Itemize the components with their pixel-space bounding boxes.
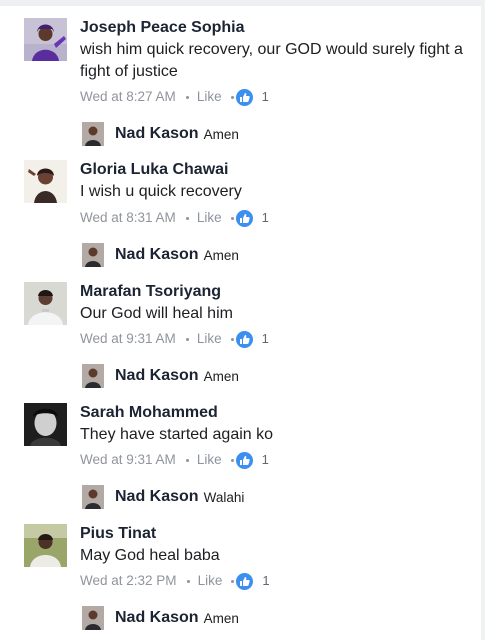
- commenter-name[interactable]: Joseph Peace Sophia: [80, 18, 245, 38]
- separator-dot: [230, 337, 234, 341]
- reply-text: Walahi: [203, 489, 245, 505]
- reply-text: Amen: [203, 368, 239, 384]
- reply: Nad Kason Amen: [82, 606, 239, 630]
- commenter-name[interactable]: Sarah Mohammed: [80, 403, 218, 423]
- separator-dot: [185, 337, 189, 341]
- like-count[interactable]: 1: [262, 450, 269, 470]
- comment-text: I wish u quick recovery: [80, 183, 242, 200]
- like-count[interactable]: 1: [262, 87, 269, 107]
- comment: Joseph Peace Sophia wish him quick recov…: [24, 18, 474, 150]
- comment-timestamp[interactable]: Wed at 8:31 AM: [80, 208, 176, 228]
- comment-text: wish him quick recovery, our GOD would s…: [80, 41, 463, 80]
- commenter-avatar[interactable]: [24, 282, 67, 325]
- like-reaction-icon[interactable]: [235, 330, 253, 348]
- comment: Sarah Mohammed They have started again k…: [24, 403, 474, 513]
- top-divider: [0, 0, 485, 6]
- reply-author-name[interactable]: Nad Kason: [115, 125, 199, 143]
- like-count[interactable]: 1: [262, 208, 269, 228]
- like-count[interactable]: 1: [262, 571, 269, 591]
- reply-text: Amen: [203, 610, 239, 626]
- separator-dot: [230, 95, 234, 99]
- reply-author-name[interactable]: Nad Kason: [115, 367, 199, 385]
- comment: Pius Tinat May God heal baba Wed at 2:32…: [24, 524, 474, 634]
- commenter-name[interactable]: Pius Tinat: [80, 524, 156, 544]
- like-button[interactable]: Like: [197, 87, 222, 107]
- reply-avatar[interactable]: [82, 364, 104, 388]
- like-button[interactable]: Like: [197, 450, 222, 470]
- comment-timestamp[interactable]: Wed at 9:31 AM: [80, 329, 176, 349]
- comment-text: They have started again ko: [80, 426, 274, 443]
- like-button[interactable]: Like: [198, 571, 223, 591]
- commenter-name[interactable]: Marafan Tsoriyang: [80, 282, 221, 302]
- comment-timestamp[interactable]: Wed at 9:31 AM: [80, 450, 176, 470]
- like-button[interactable]: Like: [197, 329, 222, 349]
- comment-meta: Wed at 2:32 PM Like 1: [80, 571, 270, 591]
- scroll-edge: [481, 0, 485, 640]
- commenter-avatar[interactable]: [24, 403, 67, 446]
- separator-dot: [230, 216, 234, 220]
- separator-dot: [185, 216, 189, 220]
- like-reaction-icon[interactable]: [236, 572, 254, 590]
- comment-timestamp[interactable]: Wed at 2:32 PM: [80, 571, 177, 591]
- commenter-avatar[interactable]: [24, 524, 67, 567]
- commenter-avatar[interactable]: [24, 18, 67, 61]
- comment-text: May God heal baba: [80, 547, 220, 564]
- reply-text: Amen: [203, 126, 239, 142]
- comment-timestamp[interactable]: Wed at 8:27 AM: [80, 87, 176, 107]
- reply-author-name[interactable]: Nad Kason: [115, 246, 199, 264]
- like-reaction-icon[interactable]: [235, 88, 253, 106]
- separator-dot: [231, 579, 235, 583]
- reply-avatar[interactable]: [82, 243, 104, 267]
- reply-author-name[interactable]: Nad Kason: [115, 488, 199, 506]
- comment: Gloria Luka Chawai I wish u quick recove…: [24, 160, 474, 270]
- separator-dot: [186, 579, 190, 583]
- reply-avatar[interactable]: [82, 485, 104, 509]
- like-reaction-icon[interactable]: [235, 451, 253, 469]
- reply-avatar[interactable]: [82, 122, 104, 146]
- reply-avatar[interactable]: [82, 606, 104, 630]
- reply: Nad Kason Amen: [82, 122, 239, 146]
- comment: Marafan Tsoriyang Our God will heal him …: [24, 282, 474, 392]
- reply-author-name[interactable]: Nad Kason: [115, 609, 199, 627]
- separator-dot: [185, 458, 189, 462]
- reply: Nad Kason Amen: [82, 364, 239, 388]
- comment-meta: Wed at 9:31 AM Like 1: [80, 329, 269, 349]
- comment-meta: Wed at 9:31 AM Like 1: [80, 450, 269, 470]
- reply: Nad Kason Walahi: [82, 485, 244, 509]
- like-reaction-icon[interactable]: [235, 209, 253, 227]
- comment-meta: Wed at 8:27 AM Like 1: [80, 87, 269, 107]
- reply: Nad Kason Amen: [82, 243, 239, 267]
- comment-meta: Wed at 8:31 AM Like 1: [80, 208, 269, 228]
- commenter-avatar[interactable]: [24, 160, 67, 203]
- like-count[interactable]: 1: [262, 329, 269, 349]
- like-button[interactable]: Like: [197, 208, 222, 228]
- comment-text: Our God will heal him: [80, 305, 233, 322]
- commenter-name[interactable]: Gloria Luka Chawai: [80, 160, 228, 180]
- separator-dot: [230, 458, 234, 462]
- separator-dot: [185, 95, 189, 99]
- reply-text: Amen: [203, 247, 239, 263]
